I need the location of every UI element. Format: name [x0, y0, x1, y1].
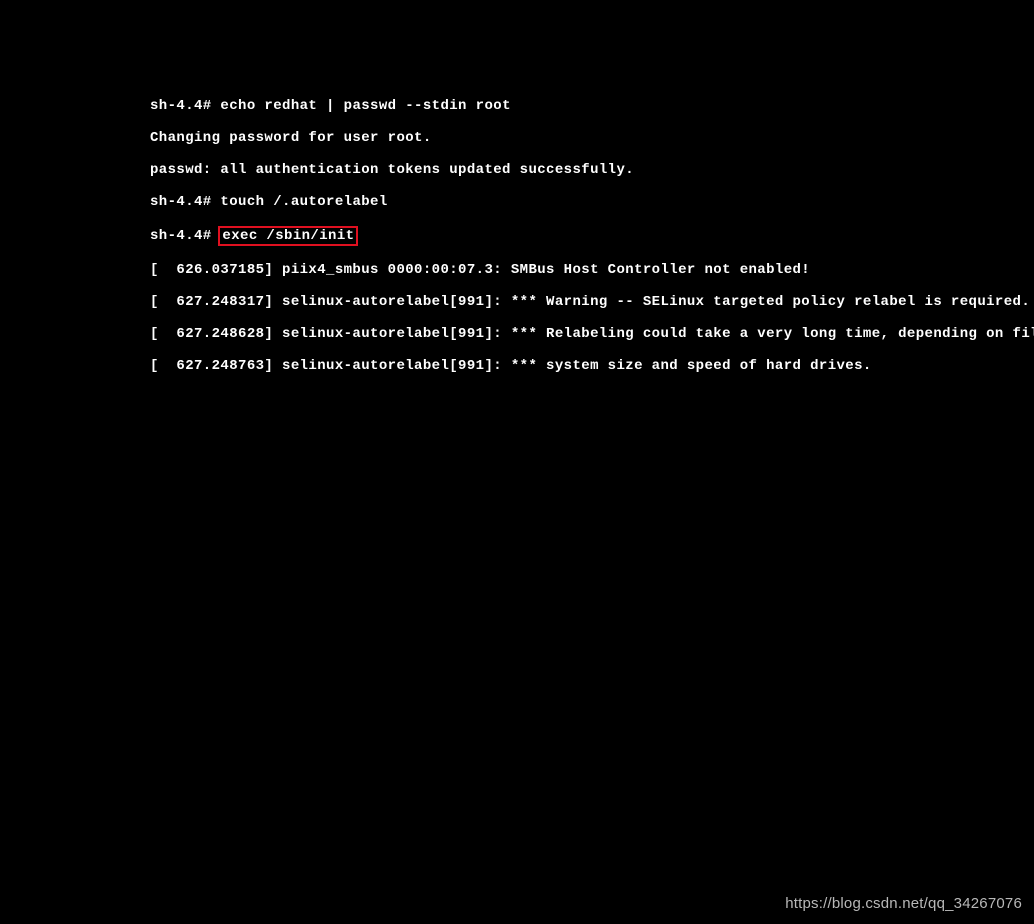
kernel-message: [ 626.037185] piix4_smbus 0000:00:07.3: … — [150, 262, 1034, 278]
terminal-output: Changing password for user root. — [150, 130, 1034, 146]
highlighted-command: exec /sbin/init — [218, 226, 358, 246]
terminal-line: sh-4.4# touch /.autorelabel — [150, 194, 1034, 210]
shell-prompt: sh-4.4# — [150, 194, 220, 210]
kernel-message: [ 627.248628] selinux-autorelabel[991]: … — [150, 326, 1034, 342]
shell-prompt: sh-4.4# — [150, 98, 220, 114]
terminal-screen[interactable]: sh-4.4# echo redhat | passwd --stdin roo… — [0, 0, 1034, 390]
kernel-message: [ 627.248317] selinux-autorelabel[991]: … — [150, 294, 1034, 310]
terminal-line: sh-4.4# exec /sbin/init — [150, 226, 1034, 246]
shell-prompt: sh-4.4# — [150, 228, 220, 244]
watermark-text: https://blog.csdn.net/qq_34267076 — [785, 895, 1022, 912]
command-text: echo redhat | passwd --stdin root — [220, 98, 510, 114]
terminal-output: passwd: all authentication tokens update… — [150, 162, 1034, 178]
command-text: touch /.autorelabel — [220, 194, 387, 210]
terminal-line: sh-4.4# echo redhat | passwd --stdin roo… — [150, 98, 1034, 114]
kernel-message: [ 627.248763] selinux-autorelabel[991]: … — [150, 358, 1034, 374]
